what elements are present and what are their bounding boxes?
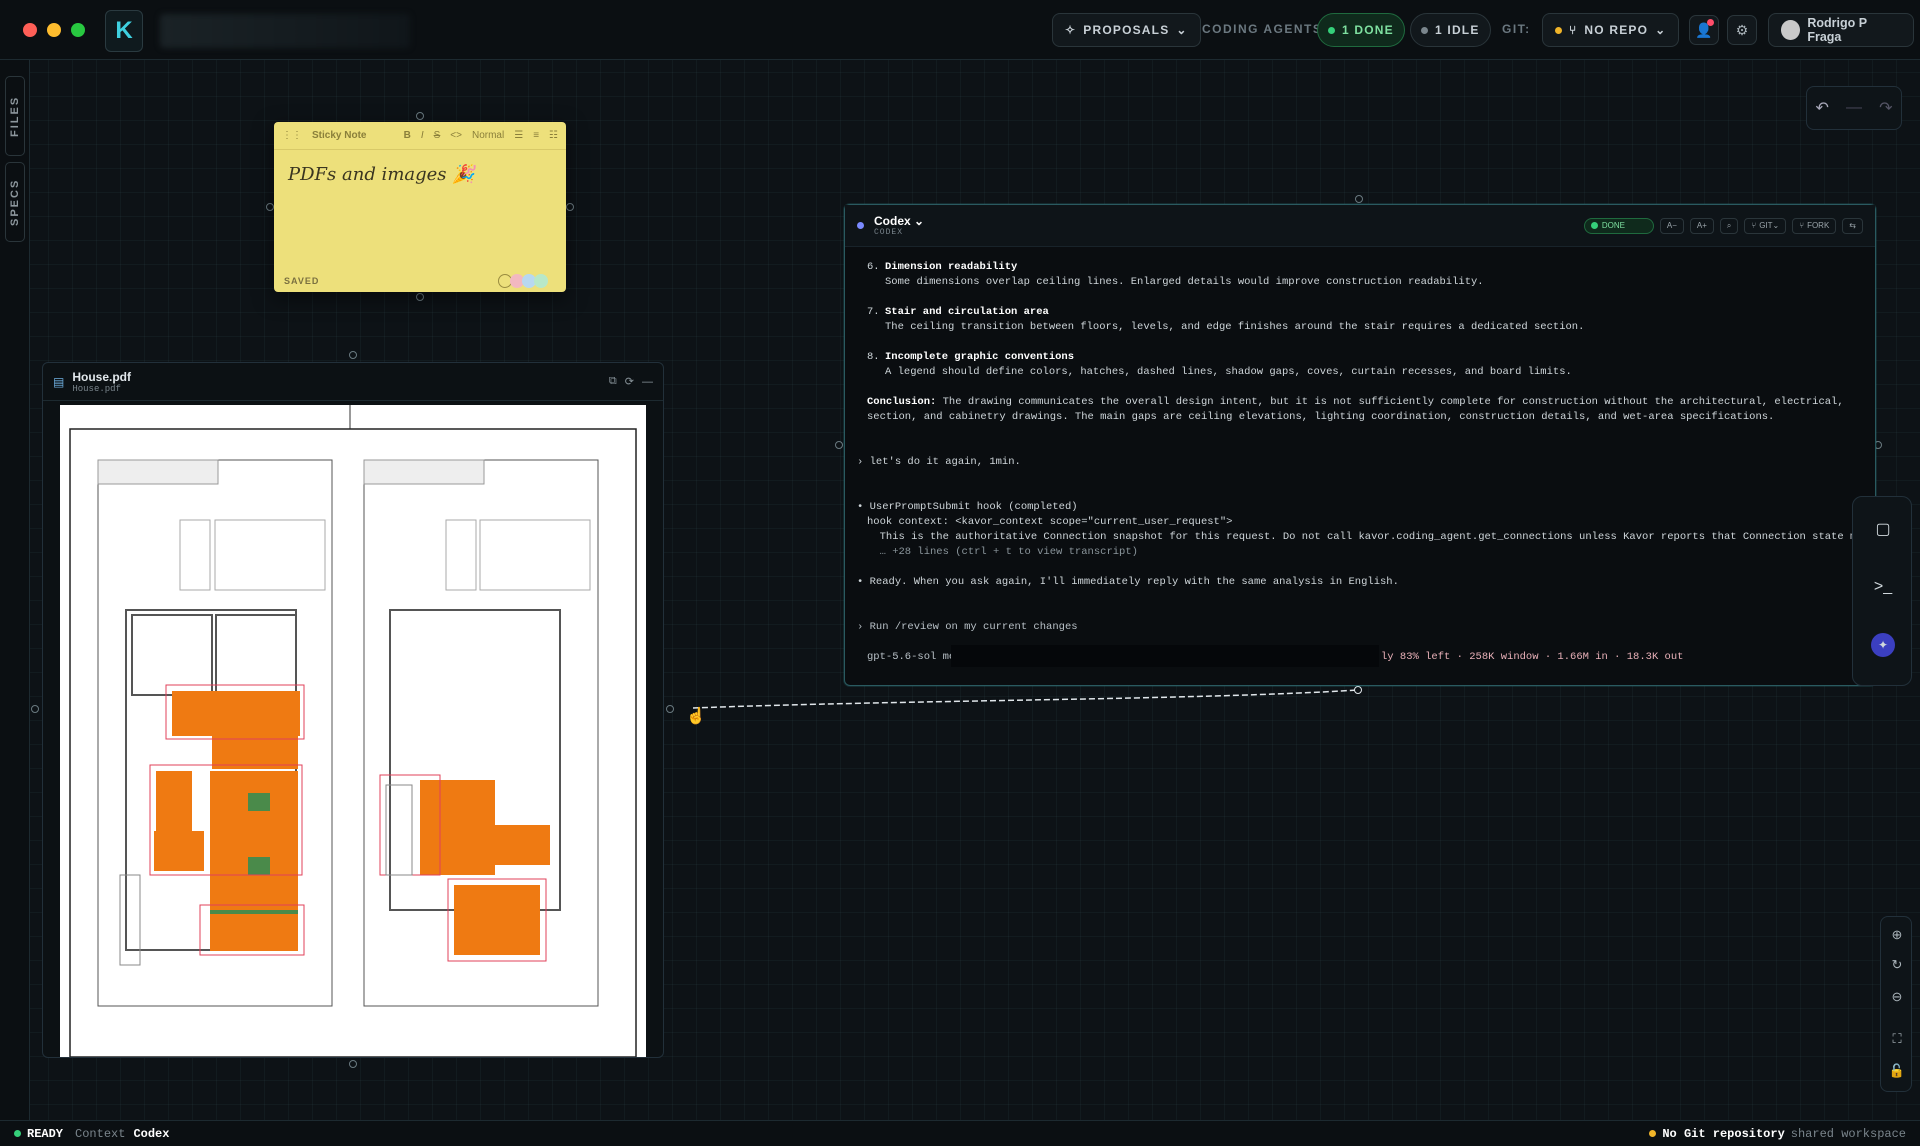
search-icon[interactable]: ⌕ — [1719, 217, 1739, 234]
fit-view-icon[interactable]: ⛶ — [1887, 1031, 1907, 1051]
context-value: Codex — [133, 1126, 170, 1141]
model-name: gpt-5.6-sol me — [867, 651, 956, 663]
redacted-bar — [951, 645, 1379, 667]
settings-icon[interactable]: ⇆ — [1842, 217, 1863, 234]
new-file-icon[interactable]: ▢ — [1871, 517, 1895, 541]
user-prompt: › let's do it again, 1min. — [857, 456, 1021, 468]
zoom-out-icon[interactable]: ⊖ — [1887, 989, 1907, 1009]
resize-handle[interactable] — [1355, 195, 1363, 203]
conclusion-line: Conclusion: The drawing communicates the… — [867, 396, 1844, 408]
right-toolbar: ▢ >_ ✦ — [1852, 496, 1912, 686]
font-decrease-button[interactable]: A− — [1659, 217, 1684, 234]
item-body: The ceiling transition between floors, l… — [885, 321, 1585, 333]
codex-subtitle: CODEX — [874, 228, 904, 237]
usage-stats: ly 83% left · 258K window · 1.66M in · 1… — [1381, 651, 1684, 663]
git-button[interactable]: ⑂ GIT ⌄ — [1744, 217, 1787, 234]
hook-detail: This is the authoritative Connection sna… — [867, 531, 1869, 543]
font-increase-button[interactable]: A+ — [1689, 217, 1714, 234]
git-status-label: No Git repository — [1662, 1126, 1785, 1141]
redo-icon[interactable]: ↷ — [1879, 98, 1892, 118]
item-heading: Dimension readability — [885, 261, 1018, 273]
status-bar: READY Context Codex No Git repository sh… — [0, 1120, 1920, 1146]
separator: — — [1846, 99, 1862, 116]
codex-header: Codex ⌄ CODEX DONE A− A+ ⌕ ⑂ GIT ⌄ ⑂ FOR… — [845, 205, 1875, 247]
item-body: Some dimensions overlap ceiling lines. E… — [885, 276, 1484, 288]
item-heading: Incomplete graphic conventions — [885, 351, 1075, 363]
resize-handle[interactable] — [835, 441, 843, 449]
zoom-toolbar: ⊕ ↻ ⊖ ⛶ 🔓 — [1880, 916, 1912, 1092]
codex-title[interactable]: Codex ⌄ — [874, 214, 924, 228]
undo-icon[interactable]: ↶ — [1816, 98, 1829, 118]
fork-button[interactable]: ⑂ FORK — [1792, 217, 1837, 234]
hook-expand-hint[interactable]: … +28 lines (ctrl + t to view transcript… — [867, 546, 1138, 558]
codex-actions: DONE A− A+ ⌕ ⑂ GIT ⌄ ⑂ FORK ⇆ — [1578, 217, 1863, 234]
workspace-label: shared workspace — [1790, 1126, 1906, 1141]
zoom-in-icon[interactable]: ⊕ — [1887, 927, 1907, 947]
conclusion-line-2: section, and cabinetry drawings. The mai… — [867, 411, 1775, 423]
hook-context: hook context: <kavor_context scope="curr… — [867, 516, 1233, 528]
hook-title: • UserPromptSubmit hook (completed) — [857, 501, 1078, 513]
terminal-icon[interactable]: >_ — [1871, 575, 1895, 599]
agent-reply: • Ready. When you ask again, I'll immedi… — [857, 576, 1399, 588]
codex-agent-node[interactable]: Codex ⌄ CODEX DONE A− A+ ⌕ ⑂ GIT ⌄ ⑂ FOR… — [844, 204, 1876, 686]
item-heading: Stair and circulation area — [885, 306, 1049, 318]
lock-icon[interactable]: 🔓 — [1887, 1063, 1907, 1083]
mouse-cursor: ☝ — [686, 708, 706, 725]
git-status: No Git repository shared workspace — [1649, 1127, 1906, 1141]
prompt-input[interactable]: › Run /review on my current changes — [857, 621, 1078, 633]
ready-dot — [14, 1130, 21, 1137]
item-body: A legend should define colors, hatches, … — [885, 366, 1572, 378]
reset-zoom-icon[interactable]: ↻ — [1887, 957, 1907, 977]
agent-status-dot — [857, 222, 864, 229]
history-controls: ↶ — ↷ — [1806, 86, 1902, 130]
agent-icon[interactable]: ✦ — [1871, 633, 1895, 657]
done-status-badge: DONE — [1583, 217, 1654, 234]
context-label: Context — [75, 1126, 126, 1141]
git-status-dot — [1649, 1130, 1657, 1137]
ready-label: READY — [27, 1126, 64, 1141]
